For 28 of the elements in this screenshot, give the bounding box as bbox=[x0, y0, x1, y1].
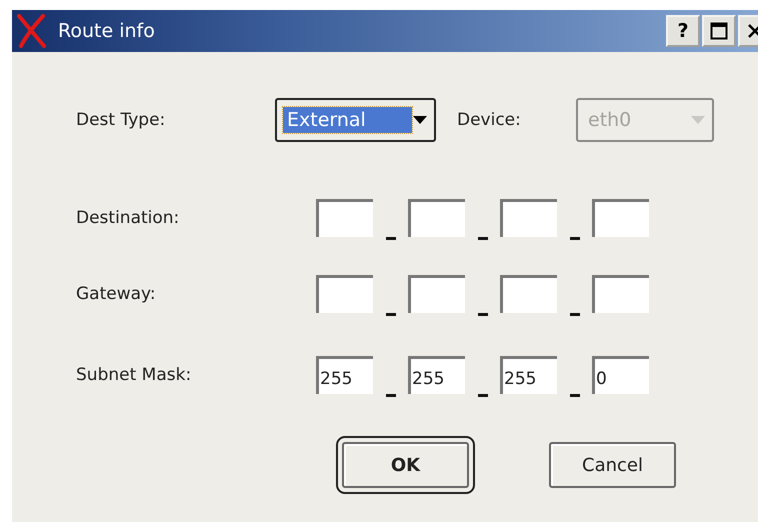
octet-field[interactable] bbox=[592, 274, 649, 312]
maximize-icon bbox=[710, 22, 728, 40]
cancel-button[interactable]: Cancel bbox=[549, 442, 676, 488]
octet-field[interactable] bbox=[316, 199, 373, 237]
window-title: Route info bbox=[58, 20, 156, 42]
octet-field[interactable] bbox=[500, 199, 557, 237]
octet-field[interactable] bbox=[316, 274, 373, 312]
field-label: Gateway: bbox=[76, 284, 157, 304]
octet-field[interactable] bbox=[592, 199, 649, 237]
field-label: Dest Type: bbox=[76, 110, 166, 130]
dropdown-value: eth0 bbox=[587, 108, 632, 132]
octet-field[interactable]: 255 bbox=[500, 356, 557, 394]
octet-field[interactable]: 0 bbox=[592, 356, 649, 394]
field-label: Device: bbox=[457, 110, 522, 130]
octet-field[interactable] bbox=[408, 274, 465, 312]
octet-field[interactable] bbox=[408, 199, 465, 237]
maximize-button[interactable] bbox=[702, 15, 736, 47]
x-logo-icon bbox=[16, 14, 48, 48]
dropdown-value: External bbox=[283, 106, 412, 132]
dropdown-caret-icon bbox=[412, 114, 428, 124]
field-label: Subnet Mask: bbox=[76, 364, 192, 384]
octet-field[interactable] bbox=[500, 274, 557, 312]
help-button[interactable]: ? bbox=[666, 15, 700, 47]
octet-field[interactable]: 255 bbox=[316, 356, 373, 394]
field-label: Destination: bbox=[76, 208, 180, 228]
octet-field[interactable]: 255 bbox=[408, 356, 465, 394]
dropdown[interactable]: External bbox=[275, 98, 436, 142]
dropdown-caret-icon bbox=[690, 114, 706, 124]
